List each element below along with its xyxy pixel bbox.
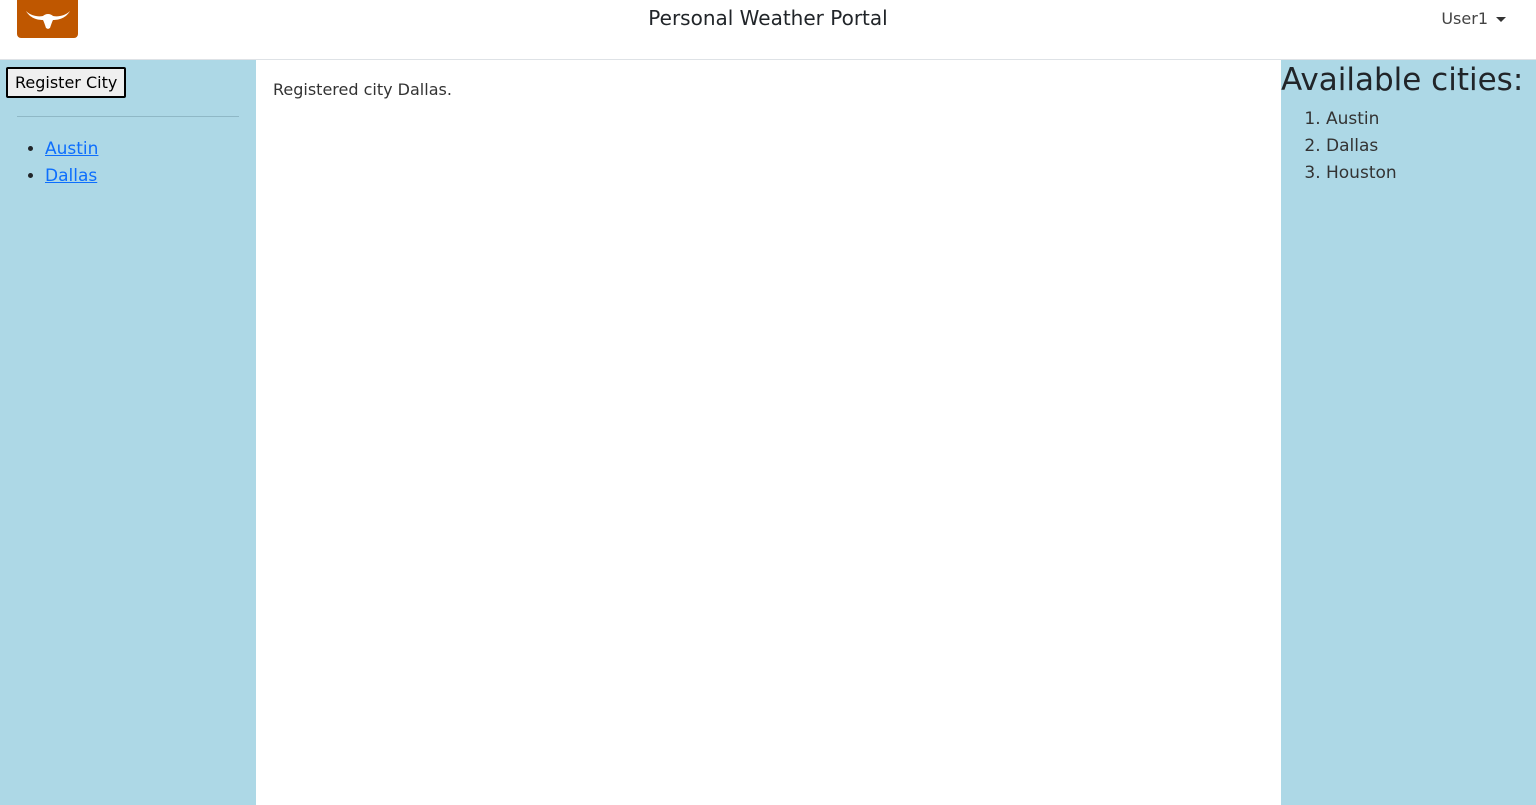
register-city-button[interactable]: Register City (6, 67, 127, 98)
list-item: Dallas (45, 163, 98, 190)
available-cities-heading: Available cities: (1281, 62, 1524, 98)
available-city-list: Austin Dallas Houston (1281, 106, 1397, 187)
list-item: Dallas (1326, 133, 1397, 160)
city-link-dallas[interactable]: Dallas (45, 166, 97, 186)
status-message: Registered city Dallas. (273, 80, 452, 99)
available-cities-panel: Available cities: Austin Dallas Houston (1281, 60, 1536, 805)
user-name: User1 (1441, 9, 1488, 28)
list-item: Austin (1326, 106, 1397, 133)
list-item: Austin (45, 136, 98, 163)
list-item: Houston (1326, 160, 1397, 187)
city-link-austin[interactable]: Austin (45, 139, 98, 159)
page-title: Personal Weather Portal (648, 6, 888, 30)
sidebar-divider (17, 116, 239, 117)
user-menu-dropdown[interactable]: User1 (1441, 9, 1506, 28)
header: Personal Weather Portal User1 (0, 0, 1536, 60)
chevron-down-icon (1496, 16, 1506, 22)
registered-city-list: Austin Dallas (0, 136, 98, 190)
sidebar: Register City Austin Dallas (0, 60, 256, 805)
main-content: Registered city Dallas. (256, 60, 1281, 805)
